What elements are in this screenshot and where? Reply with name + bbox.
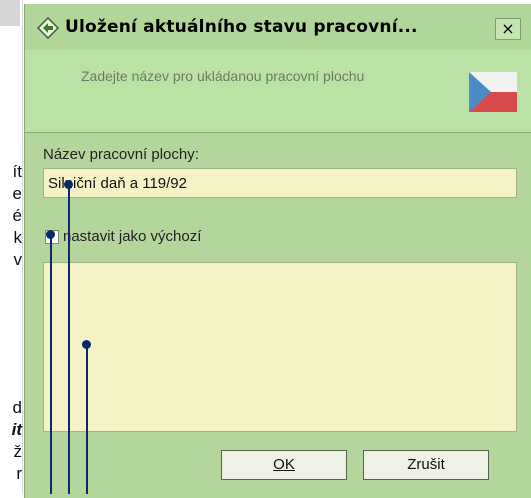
doc-text-fragment: v <box>13 250 23 269</box>
ok-button[interactable]: OK <box>221 450 347 480</box>
callout-dot-textarea <box>82 340 91 349</box>
czech-flag-icon <box>469 72 517 112</box>
callout-line-textarea <box>86 344 88 494</box>
cancel-label: Zrušit <box>407 456 445 473</box>
ok-label: OK <box>273 456 295 473</box>
page-margin-line <box>22 0 23 494</box>
workspace-name-input[interactable] <box>43 168 517 198</box>
diamond-arrow-icon <box>37 17 59 39</box>
doc-text-fragment: it <box>11 420 22 439</box>
doc-text-fragment: é <box>12 206 22 225</box>
callout-dot-checkbox <box>46 230 55 239</box>
header-instruction: Zadejte název pro ukládanou pracovní plo… <box>81 68 365 84</box>
callout-dot-name-input <box>64 180 73 189</box>
doc-text-fragment: e <box>12 184 22 203</box>
dialog-title: Uložení aktuálního stavu pracovní... <box>65 17 418 37</box>
save-workspace-dialog: Uložení aktuálního stavu pracovní... × Z… <box>24 4 531 498</box>
cancel-button[interactable]: Zrušit <box>363 450 489 480</box>
background-toolbar <box>0 0 20 26</box>
callout-line-checkbox <box>50 234 52 494</box>
workspace-name-label: Název pracovní plochy: <box>43 146 199 163</box>
doc-text-fragment: ž <box>13 442 23 461</box>
set-default-label: nastavit jako výchozí <box>63 228 202 245</box>
callout-line-name-input <box>68 184 70 494</box>
doc-text-fragment: r <box>16 464 22 483</box>
doc-text-fragment: k <box>13 228 23 247</box>
dialog-header: Zadejte název pro ukládanou pracovní plo… <box>25 50 531 133</box>
description-textarea[interactable] <box>43 262 517 432</box>
dialog-titlebar[interactable]: Uložení aktuálního stavu pracovní... × <box>25 4 531 50</box>
doc-text-fragment: d <box>12 398 22 417</box>
close-button[interactable]: × <box>495 18 521 40</box>
doc-text-fragment: ít <box>12 162 22 181</box>
